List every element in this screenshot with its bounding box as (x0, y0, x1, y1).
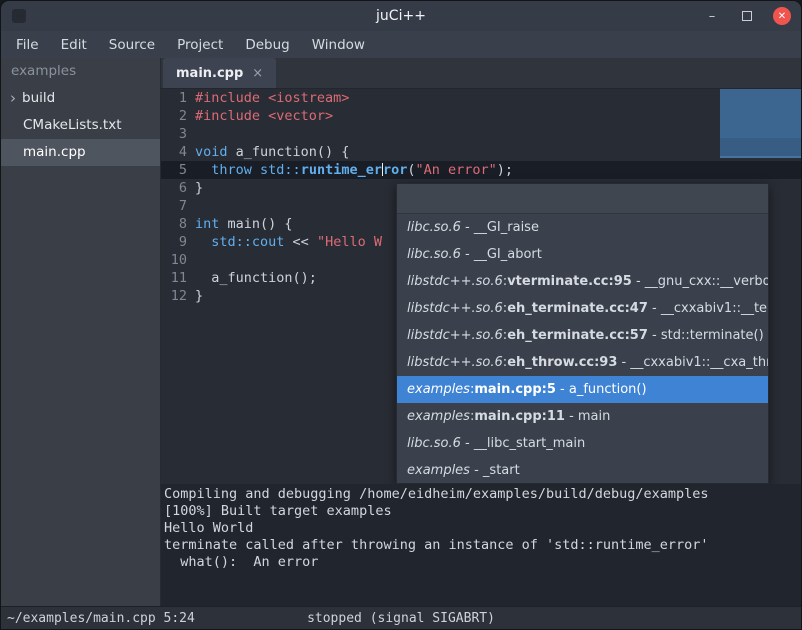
file-location: main.cpp:5 (474, 382, 556, 397)
backtrace-row[interactable]: libstdc++.so.6:vterminate.cc:95 - __gnu_… (397, 268, 768, 295)
backtrace-row[interactable]: libstdc++.so.6:eh_throw.cc:93 - __cxxabi… (397, 349, 768, 376)
title-bar[interactable]: juCi++ – ✕ (1, 1, 801, 31)
sidebar-item-main-cpp[interactable]: main.cpp (1, 139, 160, 166)
backtrace-popup: libc.so.6 - __GI_raiselibc.so.6 - __GI_a… (396, 183, 769, 484)
backtrace-row[interactable]: libstdc++.so.6:eh_terminate.cc:57 - std:… (397, 322, 768, 349)
tab-main-cpp[interactable]: main.cpp × (163, 58, 276, 88)
code-text: } (187, 287, 203, 305)
tab-label: main.cpp (176, 66, 243, 81)
code-line-1: 1#include <iostream> (161, 89, 802, 107)
backtrace-row[interactable]: examples:main.cpp:11 - main (397, 403, 768, 430)
line-number: 7 (161, 197, 187, 215)
library-name: libstdc++.so.6 (407, 355, 503, 370)
line-number: 6 (161, 179, 187, 197)
line-number: 8 (161, 215, 187, 233)
backtrace-row[interactable]: libstdc++.so.6:eh_terminate.cc:47 - __cx… (397, 295, 768, 322)
main-area: main.cpp × 1#include <iostream>2#include… (161, 58, 802, 608)
file-location: vterminate.cc:95 (507, 274, 632, 289)
backtrace-row[interactable]: libc.so.6 - __libc_start_main (397, 430, 768, 457)
menu-item-debug[interactable]: Debug (234, 31, 300, 58)
file-location: eh_terminate.cc:57 (507, 328, 648, 343)
line-number: 1 (161, 89, 187, 107)
sidebar-item-label: build (21, 85, 55, 112)
line-number: 4 (161, 143, 187, 161)
minimize-button[interactable]: – (703, 7, 721, 25)
backtrace-row[interactable]: libc.so.6 - __GI_raise (397, 214, 768, 241)
tab-close-icon[interactable]: × (252, 66, 263, 81)
terminal-panel[interactable]: Compiling and debugging /home/eidheim/ex… (161, 484, 802, 608)
file-tree: ›buildCMakeLists.txtmain.cpp (1, 85, 160, 166)
library-name: libstdc++.so.6 (407, 274, 503, 289)
backtrace-row[interactable]: examples:main.cpp:5 - a_function() (397, 376, 768, 403)
code-text (187, 197, 195, 215)
code-text: throw std::runtime_error("An error"); (187, 161, 513, 179)
terminal-line: Hello World (164, 520, 802, 537)
terminal-output: Compiling and debugging /home/eidheim/ex… (164, 486, 802, 571)
menu-item-edit[interactable]: Edit (50, 31, 98, 58)
code-text: } (187, 179, 203, 197)
backtrace-row[interactable]: libc.so.6 - __GI_abort (397, 241, 768, 268)
line-number: 2 (161, 107, 187, 125)
library-name: libc.so.6 (407, 436, 461, 451)
line-number: 12 (161, 287, 187, 305)
library-name: examples (407, 463, 470, 478)
line-number: 5 (161, 161, 187, 179)
code-text (187, 251, 195, 269)
code-line-5: 5 throw std::runtime_error("An error"); (161, 161, 802, 179)
menu-item-file[interactable]: File (5, 31, 50, 58)
code-text: #include <vector> (187, 107, 333, 125)
project-name: examples (1, 58, 160, 85)
maximize-button[interactable] (738, 7, 756, 25)
code-line-3: 3 (161, 125, 802, 143)
terminal-line: terminate called after throwing an insta… (164, 537, 802, 554)
backtrace-list: libc.so.6 - __GI_raiselibc.so.6 - __GI_a… (397, 214, 768, 484)
file-location: eh_terminate.cc:47 (507, 301, 648, 316)
menu-item-project[interactable]: Project (166, 31, 234, 58)
file-tree-sidebar: examples ›buildCMakeLists.txtmain.cpp (1, 58, 161, 608)
menu-item-source[interactable]: Source (98, 31, 166, 58)
window-title: juCi++ (1, 8, 801, 24)
sidebar-item-cmakelists-txt[interactable]: CMakeLists.txt (1, 112, 160, 139)
menu-bar: FileEditSourceProjectDebugWindow (1, 31, 801, 58)
line-number: 3 (161, 125, 187, 143)
menu-item-window[interactable]: Window (301, 31, 376, 58)
code-text: void a_function() { (187, 143, 349, 161)
application-window: juCi++ – ✕ FileEditSourceProjectDebugWin… (0, 0, 802, 630)
library-name: examples (407, 382, 470, 397)
file-location: eh_throw.cc:93 (507, 355, 617, 370)
library-name: libstdc++.so.6 (407, 328, 503, 343)
terminal-line: what(): An error (164, 554, 802, 571)
code-text (187, 125, 195, 143)
backtrace-row[interactable]: examples - _start (397, 457, 768, 484)
line-number: 11 (161, 269, 187, 287)
library-name: libstdc++.so.6 (407, 301, 503, 316)
terminal-line: [100%] Built target examples (164, 503, 802, 520)
file-location: main.cpp:11 (474, 409, 565, 424)
library-name: libc.so.6 (407, 247, 461, 262)
code-text: std::cout << "Hello W (187, 233, 382, 251)
terminal-line: Compiling and debugging /home/eidheim/ex… (164, 486, 802, 503)
code-line-4: 4void a_function() { (161, 143, 802, 161)
code-text: a_function(); (187, 269, 317, 287)
status-bar: stopped (signal SIGABRT) ~/examples/main… (1, 606, 801, 629)
debug-value-tooltip (720, 89, 802, 158)
line-number: 9 (161, 233, 187, 251)
sidebar-item-label: main.cpp (22, 139, 86, 166)
sidebar-item-label: CMakeLists.txt (22, 112, 122, 139)
sidebar-item-build[interactable]: ›build (1, 85, 160, 112)
close-button[interactable]: ✕ (773, 7, 791, 25)
popup-header (397, 184, 768, 214)
tab-bar: main.cpp × (161, 58, 802, 89)
chevron-right-icon[interactable]: › (5, 85, 21, 112)
code-text: #include <iostream> (187, 89, 349, 107)
window-controls: – ✕ (703, 1, 791, 31)
debug-status: stopped (signal SIGABRT) (1, 611, 801, 626)
code-line-2: 2#include <vector> (161, 107, 802, 125)
library-name: examples (407, 409, 470, 424)
library-name: libc.so.6 (407, 220, 461, 235)
maximize-icon (742, 11, 752, 21)
line-number: 10 (161, 251, 187, 269)
code-text: int main() { (187, 215, 293, 233)
